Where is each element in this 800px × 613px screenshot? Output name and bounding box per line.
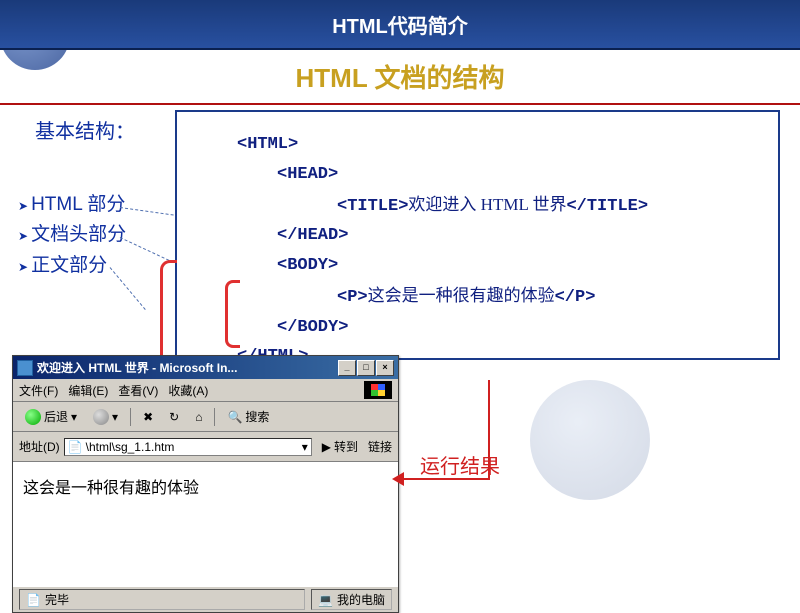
ie-title-text: 欢迎进入 HTML 世界 - Microsoft In... bbox=[37, 359, 338, 376]
ie-page-content: 这会是一种很有趣的体验 bbox=[13, 462, 398, 586]
code-tag: </P> bbox=[555, 288, 596, 307]
result-label: 运行结果 bbox=[420, 450, 500, 479]
search-icon: 🔍 bbox=[227, 410, 242, 424]
dropdown-icon[interactable]: ▾ bbox=[302, 440, 308, 454]
code-line: </BODY> bbox=[277, 313, 768, 343]
back-arrow-icon bbox=[25, 409, 41, 425]
toolbar-separator bbox=[214, 408, 215, 426]
menu-view[interactable]: 查看(V) bbox=[118, 382, 158, 399]
code-line: <TITLE>欢迎进入 HTML 世界</TITLE> bbox=[337, 190, 768, 222]
address-input[interactable]: 📄 \html\sg_1.1.htm ▾ bbox=[64, 438, 312, 456]
header-title: HTML代码简介 bbox=[332, 10, 468, 39]
go-button[interactable]: ▶ 转到 bbox=[316, 435, 364, 458]
close-button[interactable]: × bbox=[376, 360, 394, 376]
refresh-button[interactable]: ↻ bbox=[163, 407, 185, 427]
home-button[interactable]: ⌂ bbox=[189, 407, 208, 427]
code-tag: <TITLE> bbox=[337, 197, 408, 216]
minimize-button[interactable]: _ bbox=[338, 360, 356, 376]
search-label: 搜索 bbox=[245, 408, 269, 425]
go-icon: ▶ bbox=[322, 440, 331, 454]
menu-edit[interactable]: 编辑(E) bbox=[68, 382, 108, 399]
back-button[interactable]: 后退 ▾ bbox=[19, 405, 83, 428]
search-button[interactable]: 🔍 搜索 bbox=[221, 405, 275, 428]
menu-file[interactable]: 文件(F) bbox=[19, 382, 58, 399]
code-tag: <P> bbox=[337, 288, 368, 307]
ie-titlebar: 欢迎进入 HTML 世界 - Microsoft In... _ □ × bbox=[13, 356, 398, 379]
basic-structure-label: 基本结构： bbox=[35, 115, 135, 144]
connector-line bbox=[110, 267, 146, 310]
page-icon: 📄 bbox=[68, 440, 83, 454]
code-line: <HTML> bbox=[237, 130, 768, 160]
ie-address-bar: 地址(D) 📄 \html\sg_1.1.htm ▾ ▶ 转到 链接 bbox=[13, 432, 398, 462]
menu-favorites[interactable]: 收藏(A) bbox=[168, 382, 208, 399]
ie-toolbar: 后退 ▾ ▾ ✖ ↻ ⌂ 🔍 搜索 bbox=[13, 402, 398, 432]
windows-flag-icon bbox=[364, 381, 392, 399]
ie-menubar: 文件(F) 编辑(E) 查看(V) 收藏(A) bbox=[13, 379, 398, 402]
header-band: HTML代码简介 bbox=[0, 0, 800, 50]
toolbar-separator bbox=[130, 408, 131, 426]
back-label: 后退 bbox=[44, 408, 68, 425]
code-line: </HEAD> bbox=[277, 221, 768, 251]
background-globe bbox=[530, 380, 650, 500]
code-example-box: <HTML> <HEAD> <TITLE>欢迎进入 HTML 世界</TITLE… bbox=[175, 110, 780, 360]
address-path: \html\sg_1.1.htm bbox=[86, 440, 175, 454]
forward-button[interactable]: ▾ bbox=[87, 406, 124, 428]
slide-subtitle: HTML 文档的结构 bbox=[0, 50, 800, 105]
rendered-paragraph: 这会是一种很有趣的体验 bbox=[23, 480, 199, 497]
code-line: <P>这会是一种很有趣的体验</P> bbox=[337, 281, 768, 313]
ie-app-icon bbox=[17, 360, 33, 376]
stop-button[interactable]: ✖ bbox=[137, 407, 159, 427]
code-text: 这会是一种很有趣的体验 bbox=[368, 286, 555, 305]
dropdown-icon: ▾ bbox=[112, 410, 118, 424]
code-text: 欢迎进入 HTML 世界 bbox=[408, 195, 566, 214]
address-label: 地址(D) bbox=[19, 438, 60, 455]
dropdown-icon: ▾ bbox=[71, 410, 77, 424]
forward-arrow-icon bbox=[93, 409, 109, 425]
code-tag: </TITLE> bbox=[566, 197, 648, 216]
ie-statusbar: 📄 完毕 💻 我的电脑 bbox=[13, 586, 398, 612]
content-area: 基本结构： HTML 部分 文档头部分 正文部分 <HTML> <HEAD> <… bbox=[0, 105, 800, 115]
code-line: <HEAD> bbox=[277, 160, 768, 190]
brace-head bbox=[225, 280, 240, 348]
go-label: 转到 bbox=[334, 438, 358, 455]
bullet-head-part: 文档头部分 bbox=[18, 220, 126, 250]
maximize-button[interactable]: □ bbox=[357, 360, 375, 376]
code-line: <BODY> bbox=[277, 251, 768, 281]
bullet-html-part: HTML 部分 bbox=[18, 190, 126, 220]
links-label[interactable]: 链接 bbox=[368, 438, 392, 455]
ie-browser-window: 欢迎进入 HTML 世界 - Microsoft In... _ □ × 文件(… bbox=[12, 355, 399, 613]
